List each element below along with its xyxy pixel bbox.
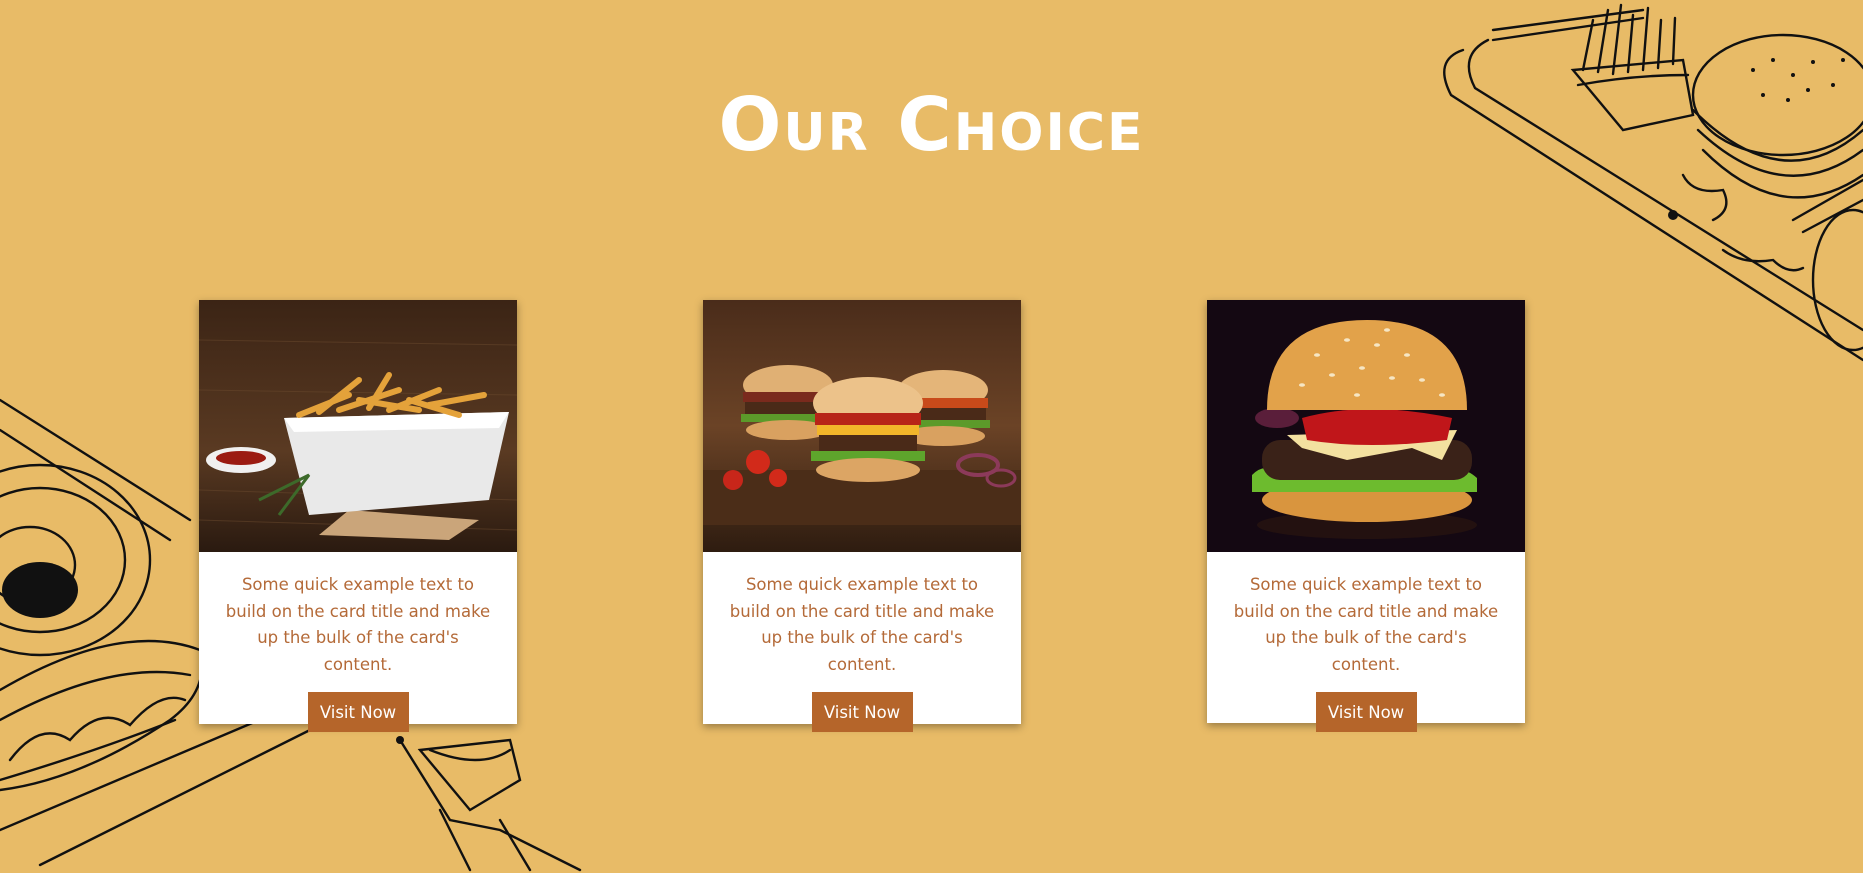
card-description: Some quick example text to build on the … xyxy=(225,575,491,674)
visit-now-button[interactable]: Visit Now xyxy=(1315,692,1417,732)
food-card: Some quick example text to build on the … xyxy=(199,300,517,732)
card-description: Some quick example text to build on the … xyxy=(1233,575,1499,674)
fries-bowl-image xyxy=(199,300,517,552)
section-heading: Our Choice xyxy=(718,81,1145,168)
visit-now-button[interactable]: Visit Now xyxy=(307,692,409,732)
single-burger-image xyxy=(1207,300,1525,552)
visit-now-button[interactable]: Visit Now xyxy=(811,692,913,732)
food-card: Some quick example text to build on the … xyxy=(1207,300,1525,732)
three-burgers-image xyxy=(703,300,1021,552)
card-description: Some quick example text to build on the … xyxy=(729,575,995,674)
food-card: Some quick example text to build on the … xyxy=(703,300,1021,732)
page: { "heading": { "title": "Our Choice" }, … xyxy=(0,0,1863,873)
